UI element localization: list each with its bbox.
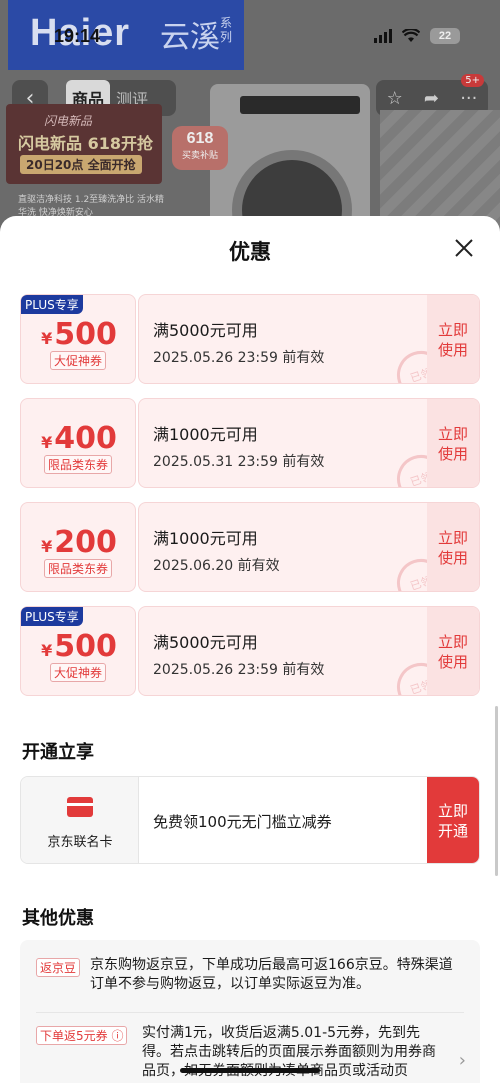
card-offer-text: 免费领100元无门槛立减券 xyxy=(153,813,332,831)
status-time: 19:14 xyxy=(54,26,101,46)
co-brand-card-offer: 京东联名卡 免费领100元无门槛立减券 立即开通 xyxy=(20,776,480,864)
scrollbar[interactable] xyxy=(495,706,498,876)
coupon-expiry: 2025.06.20 前有效 xyxy=(153,558,280,574)
coupon-expiry: 2025.05.31 23:59 前有效 xyxy=(153,454,325,470)
offer-tag: 下单返5元券 ⓘ xyxy=(36,1026,128,1045)
coupon-condition: 满5000元可用 xyxy=(153,633,258,652)
credit-card-icon xyxy=(67,797,93,817)
message-badge: 5+ xyxy=(461,74,484,87)
coupon-detail-panel: 满5000元可用 2025.05.26 23:59 前有效 已领 立即使用 xyxy=(138,294,480,384)
plus-exclusive-badge: PLUS专享 xyxy=(21,607,83,626)
wifi-icon xyxy=(402,29,420,42)
cellular-signal-icon xyxy=(374,29,392,43)
use-now-button[interactable]: 立即使用 xyxy=(427,607,479,695)
washer-display xyxy=(240,96,360,114)
promo-line2: 闪电新品 618开抢 xyxy=(18,134,153,153)
use-now-button[interactable]: 立即使用 xyxy=(427,295,479,383)
use-now-button[interactable]: 立即使用 xyxy=(427,503,479,591)
coupon-value-panel: ¥200 限品类东券 xyxy=(20,502,136,592)
coupon-detail-panel: 满1000元可用 2025.06.20 前有效 已领 立即使用 xyxy=(138,502,480,592)
offer-tag: 返京豆 xyxy=(36,958,81,977)
coupon-type-tag: 限品类东券 xyxy=(43,559,113,578)
other-offers-list: 返京豆 京东购物返京豆，下单成功后最高可返166京豆。特殊渠道订单不参与购物返豆… xyxy=(20,940,480,1083)
coupon-card: ¥400 限品类东券 满1000元可用 2025.05.31 23:59 前有效… xyxy=(20,398,480,488)
close-icon[interactable] xyxy=(452,236,476,260)
share-icon[interactable]: ➦ xyxy=(424,88,439,109)
coupon-card: ¥200 限品类东券 满1000元可用 2025.06.20 前有效 已领 立即… xyxy=(20,502,480,592)
coupon-amount: ¥500 xyxy=(41,629,117,664)
618-sticker: 618 买卖补贴 xyxy=(172,126,228,170)
coupon-detail-panel: 满5000元可用 2025.05.26 23:59 前有效 已领 立即使用 xyxy=(138,606,480,696)
card-label: 京东联名卡 xyxy=(47,835,113,850)
sheet-title: 优惠 xyxy=(229,240,271,264)
chevron-right-icon[interactable]: › xyxy=(459,1050,466,1071)
card-logo-panel: 京东联名卡 xyxy=(21,777,139,863)
promo-line3: 20日20点 全面开抢 xyxy=(20,155,142,174)
offer-text: 京东购物返京豆，下单成功后最高可返166京豆。特殊渠道订单不参与购物返豆，以订单… xyxy=(90,957,453,992)
coupon-sheet: 优惠 PLUS专享 ¥500 大促神券 满5000元可用 2025.05.26 … xyxy=(0,216,500,1083)
more-icon[interactable]: ··· xyxy=(460,88,477,109)
coupon-value-panel: ¥400 限品类东券 xyxy=(20,398,136,488)
series-logo: 云溪系列 xyxy=(160,16,233,55)
coupon-value-panel: PLUS专享 ¥500 大促神券 xyxy=(20,606,136,696)
promo-line1: 闪电新品 xyxy=(44,114,93,128)
coupon-expiry: 2025.05.26 23:59 前有效 xyxy=(153,350,325,366)
coupon-card: PLUS专享 ¥500 大促神券 满5000元可用 2025.05.26 23:… xyxy=(20,606,480,696)
use-now-button[interactable]: 立即使用 xyxy=(427,399,479,487)
home-indicator[interactable] xyxy=(180,1068,320,1073)
other-section-title: 其他优惠 xyxy=(22,908,94,929)
coupon-detail-panel: 满1000元可用 2025.05.31 23:59 前有效 已领 立即使用 xyxy=(138,398,480,488)
battery-icon: 22 xyxy=(430,28,460,44)
background-product-page: Haier 云溪系列 19:14 22 ‹ 商品 测评 ☆ ➦ ··· 5+ 闪… xyxy=(0,0,500,240)
plus-exclusive-badge: PLUS专享 xyxy=(21,295,83,314)
coupon-amount: ¥400 xyxy=(41,421,117,456)
coupon-type-tag: 大促神券 xyxy=(49,351,107,370)
status-icons: 22 xyxy=(374,28,460,44)
coupon-amount: ¥200 xyxy=(41,525,117,560)
coupon-type-tag: 限品类东券 xyxy=(43,455,113,474)
coupon-value-panel: PLUS专享 ¥500 大促神券 xyxy=(20,294,136,384)
open-section-title: 开通立享 xyxy=(22,742,94,763)
coupon-condition: 满1000元可用 xyxy=(153,425,258,444)
open-now-button[interactable]: 立即开通 xyxy=(427,777,479,863)
coupon-type-tag: 大促神券 xyxy=(49,663,107,682)
coupon-amount: ¥500 xyxy=(41,317,117,352)
coupon-condition: 满5000元可用 xyxy=(153,321,258,340)
coupon-condition: 满1000元可用 xyxy=(153,529,258,548)
coupon-card: PLUS专享 ¥500 大促神券 满5000元可用 2025.05.26 23:… xyxy=(20,294,480,384)
divider xyxy=(36,1012,464,1013)
star-icon[interactable]: ☆ xyxy=(387,88,403,109)
coupon-expiry: 2025.05.26 23:59 前有效 xyxy=(153,662,325,678)
